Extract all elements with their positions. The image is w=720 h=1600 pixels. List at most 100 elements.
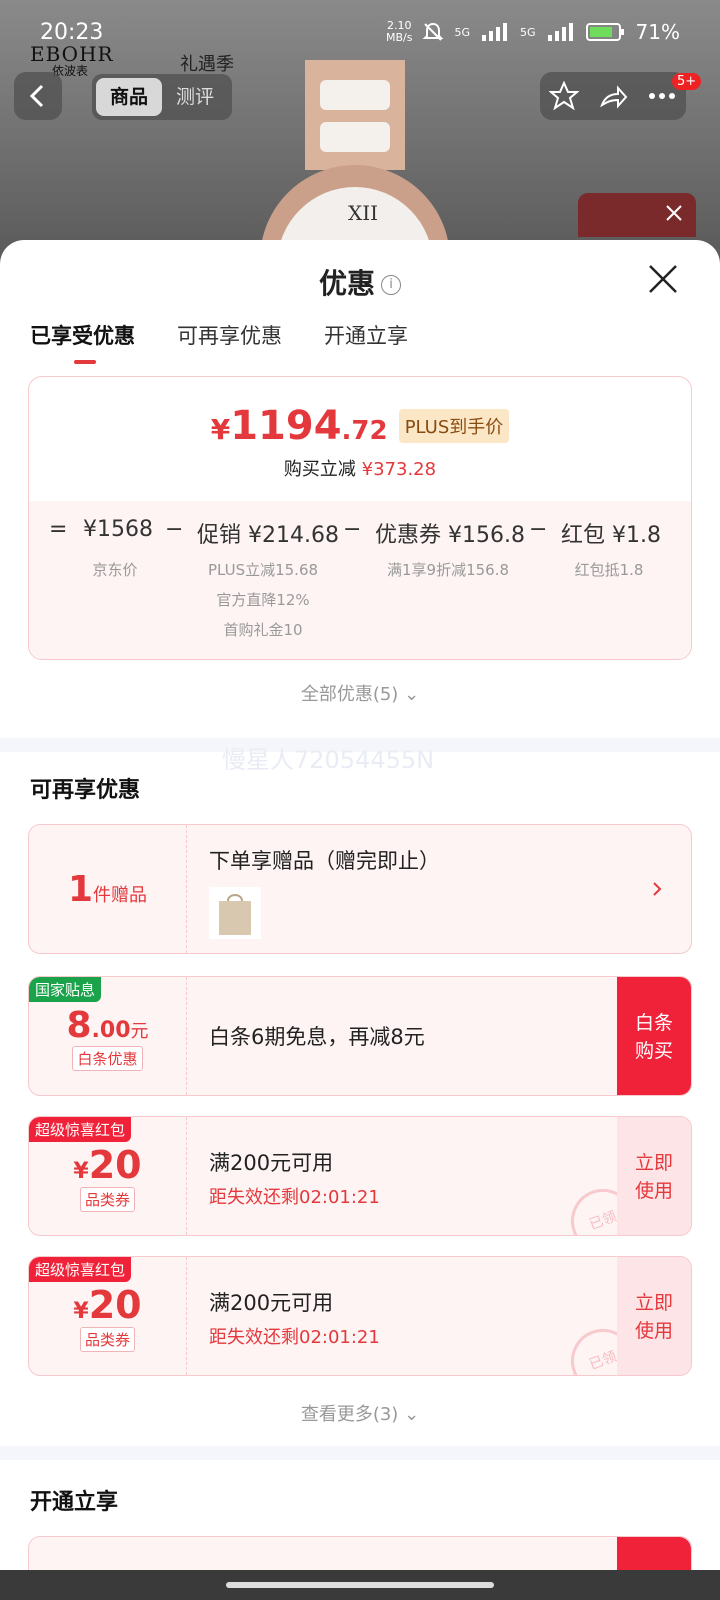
campaign-logo: 礼遇季 — [180, 54, 234, 75]
coupon-desc: 满200元可用 — [209, 1291, 334, 1315]
use-coupon-button[interactable]: 立即 使用 — [617, 1257, 691, 1375]
see-more-link[interactable]: 查看更多(3) ⌄ — [0, 1400, 720, 1426]
gift-bag-image — [209, 887, 261, 939]
coupon-left: ¥20 品类券 — [29, 1257, 187, 1375]
info-icon[interactable]: i — [381, 275, 401, 295]
use-btn-line2: 使用 — [634, 1180, 673, 1202]
baitiao-amount-dec: .00 — [91, 1018, 131, 1043]
chevron-down-icon: ⌄ — [404, 684, 420, 705]
price-dec: .72 — [341, 416, 388, 446]
mute-bell-icon — [423, 22, 444, 41]
top-actions — [540, 72, 686, 120]
coupon-name: 优惠券 — [375, 523, 442, 548]
coupon-label: 品类券 — [79, 1187, 135, 1212]
gift-title: 下单享赠品（赠完即止） — [209, 849, 440, 873]
section-divider — [0, 1446, 720, 1460]
coupon-desc: 满200元可用 — [209, 1151, 334, 1175]
gift-card[interactable]: 1件赠品 下单享赠品（赠完即止） — [28, 824, 692, 954]
minus-sign: − — [165, 517, 184, 542]
watch-product-image: XII — [260, 60, 450, 260]
coupon-content: 满200元可用 距失效还剩02:01:21 — [209, 1117, 380, 1235]
baitiao-buy-button[interactable]: 白条 购买 — [617, 977, 691, 1095]
hongbao-value: ¥1.8 — [612, 523, 661, 548]
watermark: 慢星人72054455N — [222, 746, 435, 774]
breakdown-row: = ¥1568 京东价 − 促销 ¥214.68 PLUS立减15.68 官方直… — [29, 501, 691, 659]
section-title-more: 可再享优惠 — [30, 778, 141, 803]
share-icon[interactable] — [598, 81, 628, 111]
chevron-right-icon — [653, 882, 662, 896]
network-type-1: 5G — [454, 25, 471, 39]
coupon-countdown: 距失效还剩02:01:21 — [209, 1327, 380, 1348]
close-icon[interactable] — [662, 201, 686, 225]
all-discounts-link[interactable]: 全部优惠(5) ⌄ — [0, 680, 720, 706]
minus-sign: − — [343, 517, 362, 542]
chevron-down-icon: ⌄ — [404, 1404, 420, 1425]
baitiao-left: 8.00元 白条优惠 — [29, 977, 187, 1095]
promo-sub-3: 首购礼金10 — [223, 621, 303, 639]
baitiao-card[interactable]: 国家贴息 8.00元 白条优惠 白条6期免息，再减8元 白条 购买 — [28, 976, 692, 1096]
back-button[interactable] — [14, 72, 62, 120]
net-speed-unit: MB/s — [386, 31, 413, 44]
baitiao-btn-line2: 购买 — [634, 1040, 673, 1062]
saved-label: 购买立减 — [283, 459, 356, 480]
promo-name: 促销 — [197, 523, 242, 548]
coupon-yen: ¥ — [73, 1159, 89, 1184]
tab-open-enjoy[interactable]: 开通立享 — [324, 320, 408, 350]
coupon-item: 优惠券 ¥156.8 — [375, 517, 525, 549]
coupon-label: 品类券 — [79, 1327, 135, 1352]
chevron-left-icon — [29, 84, 44, 108]
sheet-title-text: 优惠 — [318, 267, 375, 300]
baitiao-unit: 元 — [130, 1021, 149, 1042]
coupon-left: ¥20 品类券 — [29, 1117, 187, 1235]
baitiao-btn-line1: 白条 — [634, 1012, 673, 1034]
sheet-title: 优惠 i — [0, 262, 720, 302]
jd-price-label: 京东价 — [92, 561, 138, 579]
promo-sub-1: PLUS立减15.68 — [207, 561, 319, 579]
tab-enjoyed[interactable]: 已享受优惠 — [30, 320, 135, 364]
coupon-yen: ¥ — [73, 1299, 89, 1324]
tab-review[interactable]: 测评 — [162, 78, 228, 116]
home-gesture-bar[interactable] — [226, 1582, 494, 1588]
message-badge: 5+ — [672, 73, 702, 90]
star-icon[interactable] — [549, 81, 580, 111]
gift-unit: 件赠品 — [93, 885, 148, 906]
plus-price-badge: PLUS到手价 — [398, 409, 510, 443]
promo-item: 促销 ¥214.68 — [197, 517, 339, 549]
open-card-button[interactable] — [617, 1537, 691, 1570]
network-type-2: 5G — [520, 25, 536, 39]
minus-sign: − — [529, 517, 548, 542]
coupon-amount: 20 — [88, 1143, 142, 1187]
gift-content: 下单享赠品（赠完即止） — [209, 825, 440, 953]
baitiao-label: 白条优惠 — [72, 1046, 143, 1071]
discount-sheet: 优惠 i 已享受优惠 可再享优惠 开通立享 ¥1194.72 PLUS到手价 购买… — [0, 240, 720, 1570]
signal-icon — [482, 23, 508, 41]
saved-value: ¥373.28 — [361, 459, 437, 480]
coupon-countdown: 距失效还剩02:01:21 — [209, 1187, 380, 1208]
baitiao-amount: 8 — [66, 1005, 92, 1046]
use-btn-line1: 立即 — [634, 1292, 673, 1314]
see-more-text: 查看更多(3) — [300, 1404, 399, 1425]
equals-sign: = — [49, 517, 68, 542]
saved-amount: 购买立减 ¥373.28 — [29, 455, 691, 481]
system-nav-bar — [0, 1570, 720, 1600]
promo-value: ¥214.68 — [248, 523, 339, 548]
tab-goods[interactable]: 商品 — [96, 78, 162, 116]
price-breakdown-card: ¥1194.72 PLUS到手价 购买立减 ¥373.28 = ¥1568 京东… — [28, 376, 692, 660]
final-price: ¥1194.72 — [211, 403, 388, 449]
tab-more-available[interactable]: 可再享优惠 — [177, 320, 282, 350]
goods-review-switch: 商品 测评 — [92, 74, 232, 120]
hongbao-name: 红包 — [561, 523, 606, 548]
price-yen: ¥ — [210, 413, 231, 446]
jd-price: ¥1568 — [83, 517, 153, 542]
section-title-open: 开通立享 — [30, 1490, 119, 1515]
hongbao-item: 红包 ¥1.8 — [561, 517, 661, 549]
open-card-partial[interactable] — [28, 1536, 692, 1570]
coupon-card[interactable]: 超级惊喜红包 ¥20 品类券 满200元可用 距失效还剩02:01:21 已领 … — [28, 1256, 692, 1376]
coupon-amount: 20 — [88, 1283, 142, 1327]
gift-count: 1 — [67, 869, 94, 910]
use-coupon-button[interactable]: 立即 使用 — [617, 1117, 691, 1235]
signal-icon-2 — [547, 23, 573, 41]
close-sheet-icon[interactable] — [646, 262, 680, 296]
floating-thumbnail[interactable] — [578, 193, 696, 237]
coupon-card[interactable]: 超级惊喜红包 ¥20 品类券 满200元可用 距失效还剩02:01:21 已领 … — [28, 1116, 692, 1236]
